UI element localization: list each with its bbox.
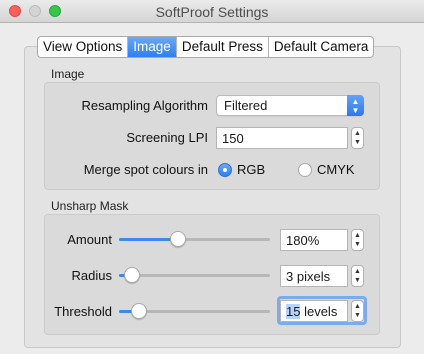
resampling-label: Resampling Algorithm (81, 98, 208, 113)
threshold-field[interactable]: 15 levels (280, 300, 348, 322)
image-group-title: Image (51, 67, 85, 81)
select-arrows-icon: ▲ ▼ (347, 95, 364, 116)
threshold-stepper[interactable]: ▲ ▼ (351, 300, 364, 322)
resampling-select[interactable]: Filtered ▲ ▼ (216, 95, 364, 116)
screening-lpi-label: Screening LPI (126, 130, 208, 145)
radius-value: 3 pixels (286, 269, 331, 284)
screening-lpi-stepper[interactable]: ▲ ▼ (351, 127, 364, 149)
tab-default-camera[interactable]: Default Camera (269, 37, 374, 57)
threshold-unit-text: levels (300, 304, 338, 319)
merge-spot-label: Merge spot colours in (83, 162, 208, 177)
threshold-selected-text: 15 (286, 304, 301, 319)
amount-label: Amount (67, 232, 112, 247)
unsharp-group-title: Unsharp Mask (51, 199, 129, 213)
rgb-radio[interactable] (218, 163, 232, 177)
threshold-label: Threshold (54, 304, 112, 319)
radius-field[interactable]: 3 pixels (280, 265, 348, 287)
threshold-slider[interactable] (119, 303, 270, 319)
title-bar: SoftProof Settings (0, 0, 424, 23)
tab-image[interactable]: Image (128, 37, 177, 57)
amount-stepper[interactable]: ▲ ▼ (351, 229, 364, 251)
amount-slider[interactable] (119, 231, 270, 247)
screening-lpi-field[interactable]: 150 (216, 127, 348, 149)
amount-field[interactable]: 180% (280, 229, 348, 251)
tab-bar: View Options Image Default Press Default… (37, 36, 375, 58)
rgb-radio-label[interactable]: RGB (237, 162, 265, 177)
radius-stepper[interactable]: ▲ ▼ (351, 265, 364, 287)
threshold-value: 15 levels (286, 304, 337, 319)
amount-value: 180% (286, 233, 320, 248)
cmyk-radio[interactable] (298, 163, 312, 177)
screening-lpi-value: 150 (222, 131, 244, 146)
tab-view-options[interactable]: View Options (38, 37, 129, 57)
window-title: SoftProof Settings (155, 4, 269, 20)
cmyk-radio-label[interactable]: CMYK (317, 162, 355, 177)
tab-default-press[interactable]: Default Press (177, 37, 269, 57)
radius-label: Radius (71, 268, 112, 283)
resampling-value: Filtered (224, 98, 268, 113)
radius-slider[interactable] (119, 267, 270, 283)
